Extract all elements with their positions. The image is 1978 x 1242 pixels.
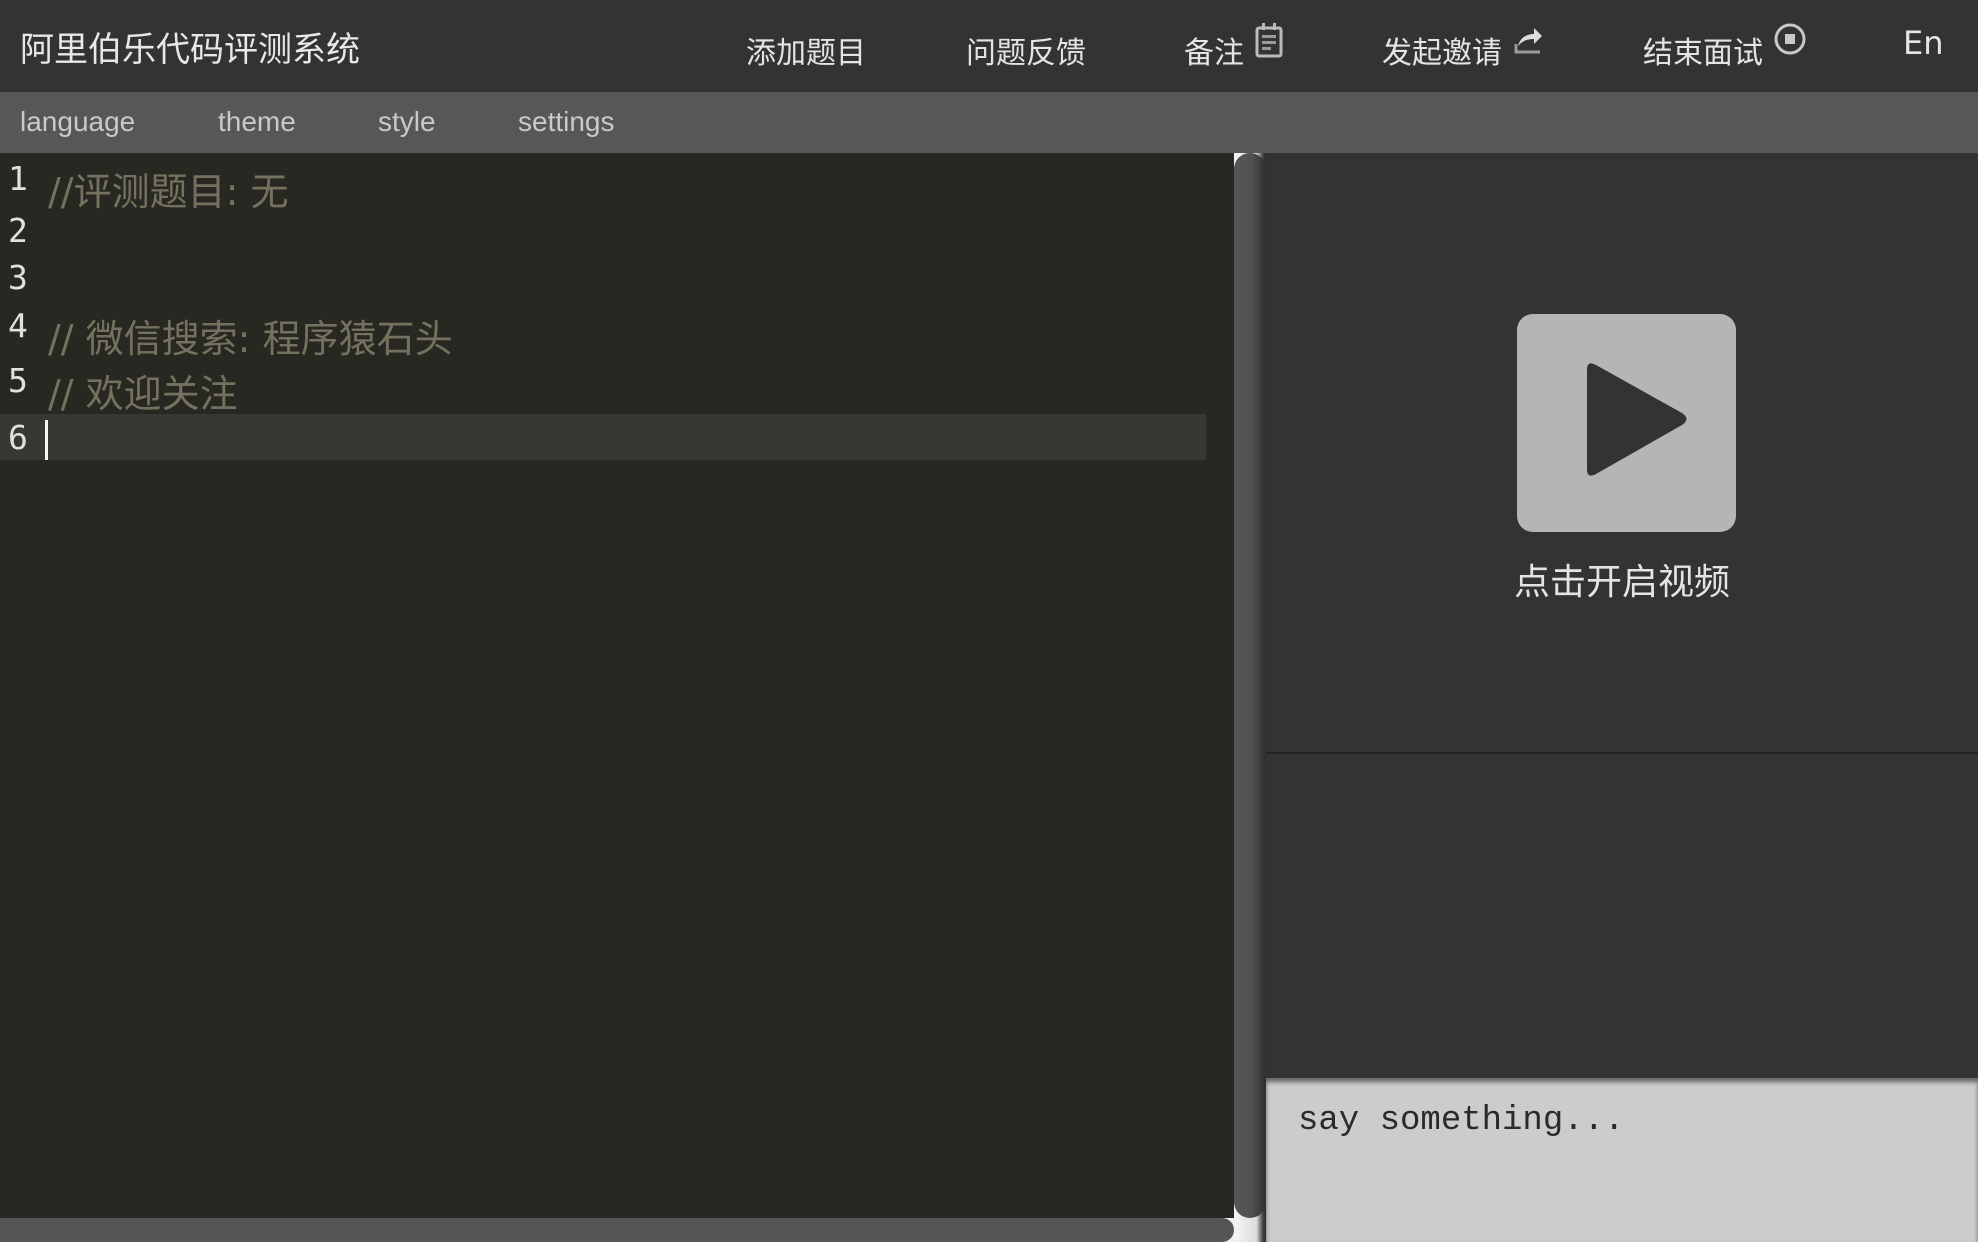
editor-menubar: language theme style settings <box>0 92 1978 153</box>
chat-messages <box>1266 754 1978 1078</box>
start-video-button[interactable] <box>1517 314 1736 532</box>
play-icon <box>1587 363 1687 476</box>
vertical-scrollbar[interactable] <box>1234 153 1266 1218</box>
line-code: // 欢迎关注 <box>48 372 238 416</box>
add-question-label: 添加题目 <box>746 36 866 71</box>
notes-button[interactable]: 备注 <box>1184 23 1284 72</box>
start-video-label[interactable]: 点击开启视频 <box>1266 553 1978 605</box>
feedback-button[interactable]: 问题反馈 <box>966 28 1086 72</box>
chat-input[interactable] <box>1266 1078 1978 1242</box>
code-editor[interactable]: 1 //评测题目: 无 2 3 4 // 微信搜索: 程序猿石头 5 // 欢迎… <box>0 153 1234 1218</box>
stop-circle-icon <box>1773 22 1807 64</box>
end-interview-button[interactable]: 结束面试 <box>1643 23 1807 72</box>
share-arrow-icon <box>1512 22 1544 66</box>
add-question-button[interactable]: 添加题目 <box>746 28 866 72</box>
line-number: 2 <box>8 211 28 250</box>
editor-line: 1 //评测题目: 无 <box>0 159 1206 214</box>
top-header: 阿里伯乐代码评测系统 添加题目 问题反馈 备注 发起邀请 结束面试 En <box>0 0 1978 92</box>
line-number: 1 <box>8 159 28 198</box>
invite-button[interactable]: 发起邀请 <box>1382 28 1544 72</box>
editor-line: 3 <box>0 258 1206 304</box>
notes-label: 备注 <box>1184 36 1244 71</box>
video-area: 点击开启视频 <box>1266 153 1978 754</box>
editor-line: 4 // 微信搜索: 程序猿石头 <box>0 306 1206 361</box>
menu-language[interactable]: language <box>20 106 135 138</box>
menu-settings[interactable]: settings <box>518 106 615 138</box>
notepad-icon <box>1254 22 1284 66</box>
line-code: // 微信搜索: 程序猿石头 <box>48 317 453 361</box>
end-interview-label: 结束面试 <box>1643 36 1763 71</box>
line-number: 5 <box>8 361 28 400</box>
editor-line: 5 // 欢迎关注 <box>0 361 1206 416</box>
feedback-label: 问题反馈 <box>966 36 1086 71</box>
menu-theme[interactable]: theme <box>218 106 296 138</box>
side-panel: 点击开启视频 <box>1266 153 1978 1242</box>
menu-style[interactable]: style <box>378 106 436 138</box>
editor-line-active: 6 <box>0 414 1206 460</box>
horizontal-scrollbar[interactable] <box>0 1218 1234 1242</box>
app-title: 阿里伯乐代码评测系统 <box>20 30 360 70</box>
line-number: 6 <box>8 418 28 457</box>
line-number: 3 <box>8 258 28 297</box>
line-code: //评测题目: 无 <box>48 170 289 214</box>
line-number: 4 <box>8 306 28 345</box>
text-cursor <box>45 420 48 460</box>
invite-label: 发起邀请 <box>1382 36 1502 71</box>
language-toggle[interactable]: En <box>1903 24 1944 62</box>
editor-line: 2 <box>0 211 1206 257</box>
